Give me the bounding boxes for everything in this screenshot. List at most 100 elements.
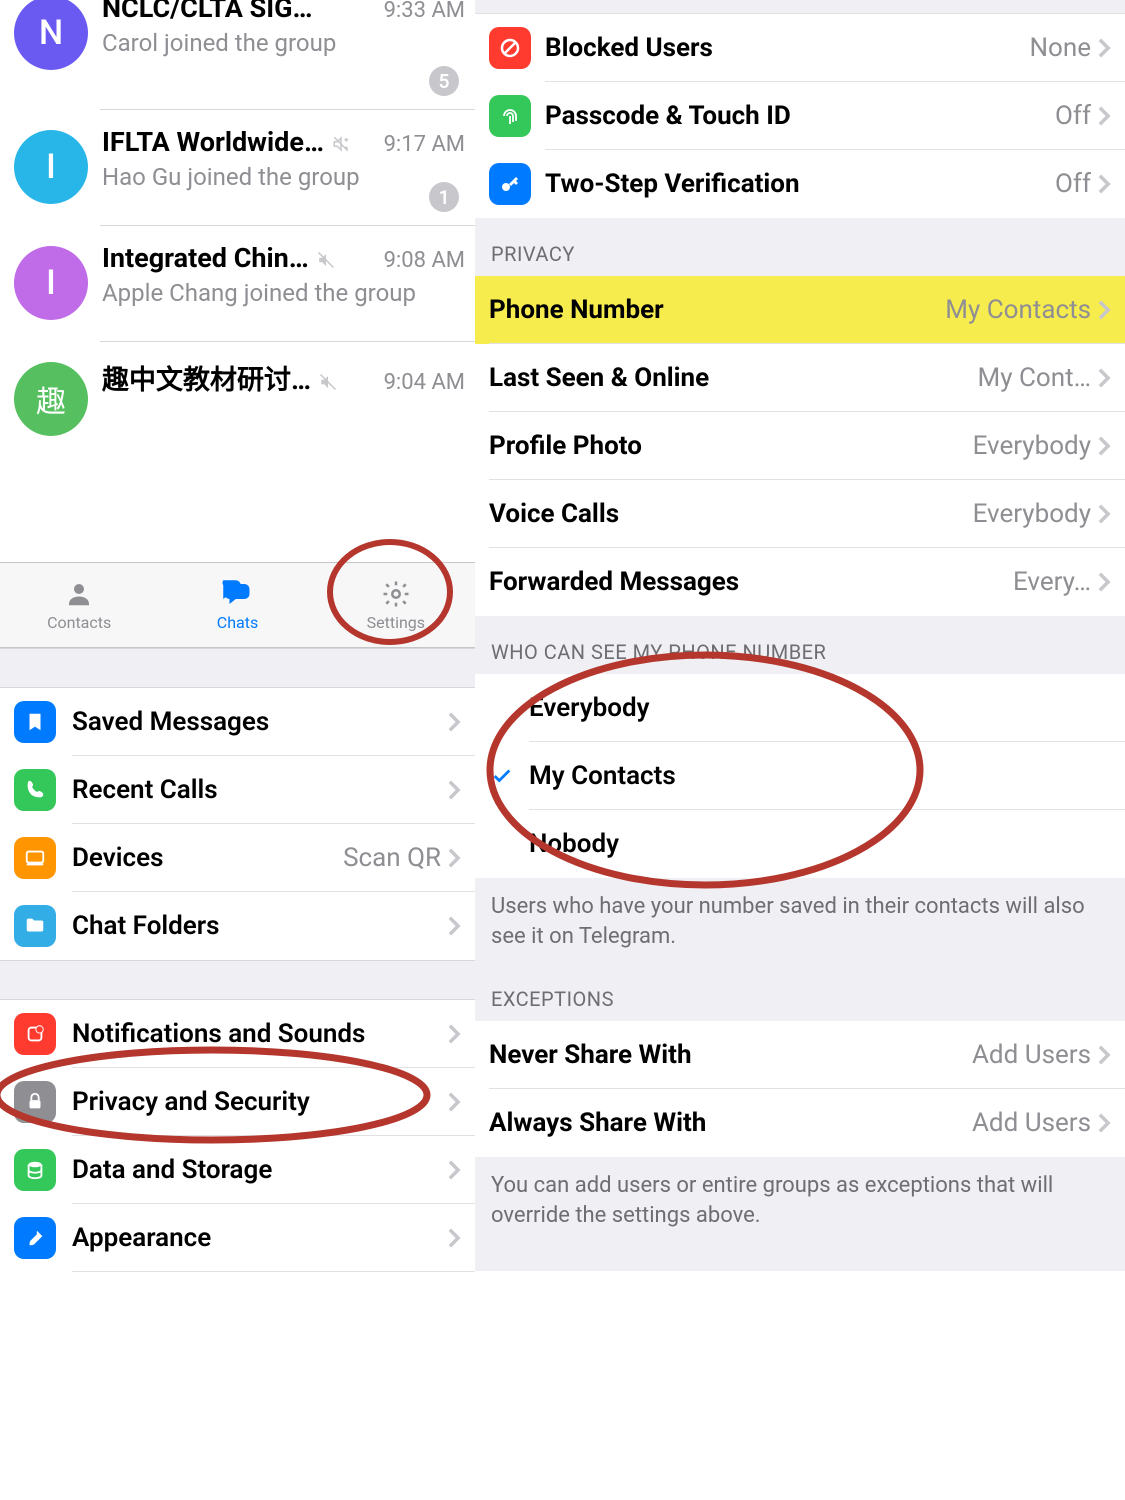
- row-last-seen[interactable]: Last Seen & Online My Cont…: [475, 344, 1125, 412]
- gear-icon: [379, 579, 413, 609]
- avatar: N: [14, 0, 88, 70]
- row-phone-number[interactable]: Phone Number My Contacts: [475, 276, 1125, 344]
- tab-settings[interactable]: Settings: [317, 563, 475, 647]
- row-value: My Cont…: [978, 363, 1091, 393]
- muted-icon: [317, 248, 335, 272]
- chevron-right-icon: [1097, 435, 1111, 457]
- row-label: Never Share With: [489, 1040, 692, 1070]
- row-profile-photo[interactable]: Profile Photo Everybody: [475, 412, 1125, 480]
- chat-title: IFLTA Worldwide…: [102, 126, 324, 158]
- contacts-icon: [62, 579, 96, 609]
- settings-notifications[interactable]: Notifications and Sounds: [0, 1000, 475, 1068]
- unread-badge: 5: [429, 66, 459, 96]
- row-label: Data and Storage: [72, 1155, 272, 1185]
- row-value: Everybody: [973, 499, 1091, 529]
- settings-chat-folders[interactable]: Chat Folders: [0, 892, 475, 960]
- row-blocked-users[interactable]: Blocked Users None: [475, 14, 1125, 82]
- row-label: Privacy and Security: [72, 1087, 310, 1117]
- row-label: Profile Photo: [489, 431, 642, 461]
- row-label: Forwarded Messages: [489, 567, 739, 597]
- settings-recent-calls[interactable]: Recent Calls: [0, 756, 475, 824]
- muted-icon: [332, 132, 350, 156]
- tab-label: Chats: [217, 613, 258, 632]
- folder-icon: [14, 905, 56, 947]
- chat-title: Integrated Chin…: [102, 242, 309, 274]
- section-header-exceptions: EXCEPTIONS: [475, 977, 1125, 1021]
- chat-subtitle: Hao Gu joined the group: [102, 162, 465, 192]
- chevron-right-icon: [1097, 1044, 1111, 1066]
- storage-icon: [14, 1149, 56, 1191]
- chat-time: 9:17 AM: [384, 132, 465, 157]
- tab-label: Contacts: [47, 613, 111, 632]
- avatar: I: [14, 246, 88, 320]
- option-nobody[interactable]: Nobody: [475, 810, 1125, 878]
- chevron-right-icon: [1097, 571, 1111, 593]
- chevron-right-icon: [447, 847, 461, 869]
- section-header-privacy: PRIVACY: [475, 218, 1125, 276]
- chat-title: 趣中文教材研讨…: [102, 358, 311, 397]
- row-value: Off: [1055, 101, 1091, 131]
- option-my-contacts[interactable]: My Contacts: [475, 742, 1125, 810]
- chevron-right-icon: [1097, 299, 1111, 321]
- chat-time: 9:33 AM: [384, 0, 465, 23]
- row-label: Notifications and Sounds: [72, 1019, 365, 1049]
- chat-subtitle: Apple Chang joined the group: [102, 278, 465, 308]
- tab-chats[interactable]: Chats: [158, 563, 316, 647]
- settings-data-storage[interactable]: Data and Storage: [0, 1136, 475, 1204]
- row-voice-calls[interactable]: Voice Calls Everybody: [475, 480, 1125, 548]
- tab-label: Settings: [367, 613, 425, 632]
- option-label: My Contacts: [529, 761, 676, 791]
- row-two-step[interactable]: Two-Step Verification Off: [475, 150, 1125, 218]
- chevron-right-icon: [447, 1023, 461, 1045]
- row-always-share[interactable]: Always Share With Add Users: [475, 1089, 1125, 1157]
- settings-devices[interactable]: Devices Scan QR: [0, 824, 475, 892]
- settings-appearance[interactable]: Appearance: [0, 1204, 475, 1272]
- chat-row[interactable]: 趣 趣中文教材研讨… 9:04 AM: [0, 342, 475, 458]
- row-label: Saved Messages: [72, 707, 269, 737]
- chat-row[interactable]: I IFLTA Worldwide… 9:17 AM Hao Gu joined…: [0, 110, 475, 226]
- chat-title: NCLC/CLTA SIG…: [102, 0, 313, 24]
- chevron-right-icon: [447, 1227, 461, 1249]
- chevron-right-icon: [1097, 37, 1111, 59]
- devices-icon: [14, 837, 56, 879]
- chat-row[interactable]: I Integrated Chin… 9:08 AM Apple Chang j…: [0, 226, 475, 342]
- row-forwarded-messages[interactable]: Forwarded Messages Every…: [475, 548, 1125, 616]
- row-never-share[interactable]: Never Share With Add Users: [475, 1021, 1125, 1089]
- row-label: Devices: [72, 843, 163, 873]
- chevron-right-icon: [1097, 503, 1111, 525]
- option-label: Nobody: [529, 829, 619, 859]
- bell-icon: [14, 1013, 56, 1055]
- settings-saved-messages[interactable]: Saved Messages: [0, 688, 475, 756]
- chevron-right-icon: [1097, 105, 1111, 127]
- row-value: Add Users: [972, 1108, 1091, 1138]
- row-label: Passcode & Touch ID: [545, 101, 791, 131]
- chat-row[interactable]: N NCLC/CLTA SIG… 9:33 AM Carol joined th…: [0, 0, 475, 110]
- chevron-right-icon: [1097, 173, 1111, 195]
- avatar: 趣: [14, 362, 88, 436]
- row-value: None: [1029, 33, 1091, 63]
- row-value: Add Users: [972, 1040, 1091, 1070]
- chevron-right-icon: [447, 711, 461, 733]
- key-icon: [489, 163, 531, 205]
- row-label: Phone Number: [489, 295, 664, 325]
- avatar: I: [14, 130, 88, 204]
- settings-privacy-security[interactable]: Privacy and Security: [0, 1068, 475, 1136]
- chat-time: 9:04 AM: [384, 370, 465, 395]
- section-footer-exceptions: You can add users or entire groups as ex…: [475, 1157, 1125, 1270]
- option-everybody[interactable]: Everybody: [475, 674, 1125, 742]
- row-label: Recent Calls: [72, 775, 218, 805]
- blocked-icon: [489, 27, 531, 69]
- section-header-who: WHO CAN SEE MY PHONE NUMBER: [475, 616, 1125, 674]
- row-passcode[interactable]: Passcode & Touch ID Off: [475, 82, 1125, 150]
- section-footer-who: Users who have your number saved in thei…: [475, 878, 1125, 977]
- check-icon: [491, 765, 513, 787]
- section-gap: [0, 648, 475, 688]
- row-label: Chat Folders: [72, 911, 220, 941]
- chat-time: 9:08 AM: [384, 248, 465, 273]
- row-label: Blocked Users: [545, 33, 713, 63]
- row-label: Appearance: [72, 1223, 211, 1253]
- row-value: My Contacts: [945, 295, 1091, 325]
- tab-contacts[interactable]: Contacts: [0, 563, 158, 647]
- chats-icon: [220, 579, 254, 609]
- row-label: Always Share With: [489, 1108, 706, 1138]
